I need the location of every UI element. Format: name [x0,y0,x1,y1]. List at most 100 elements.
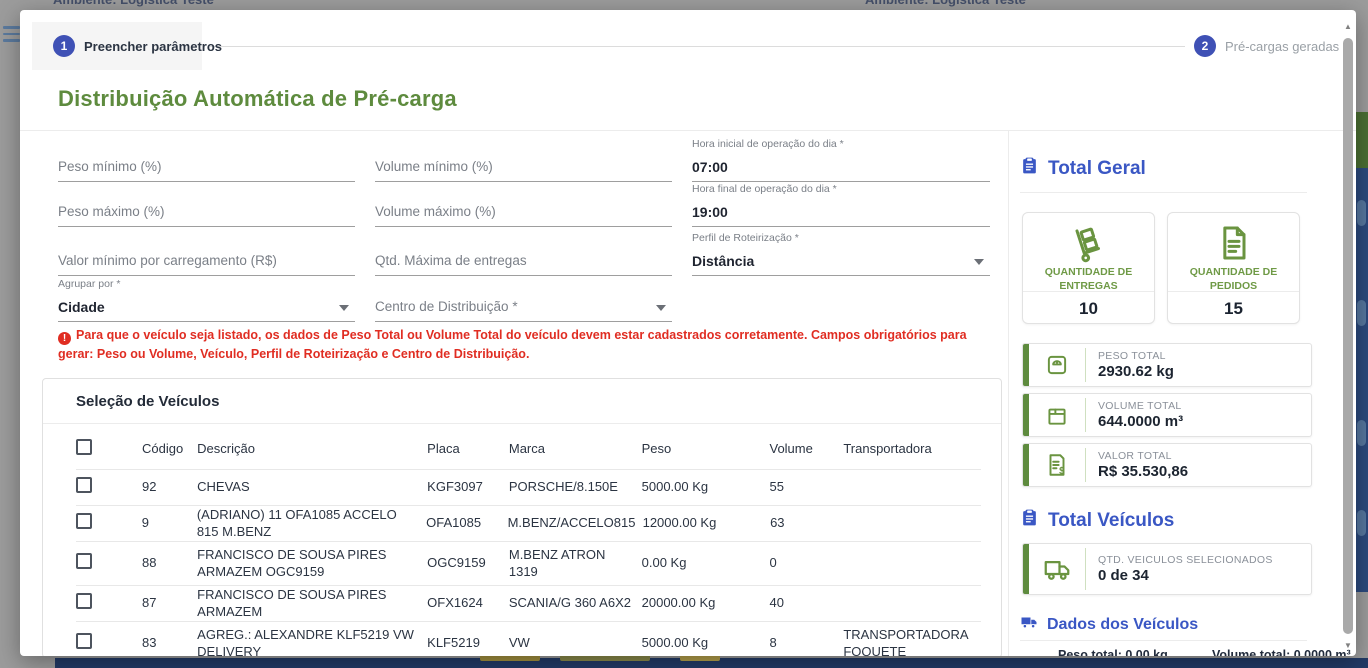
divider [1008,130,1009,656]
table-row[interactable]: 83AGREG.: ALEXANDRE KLF5219 VW DELIVERYK… [76,621,981,656]
stat-label: QUANTIDADE DE PEDIDOS [1168,265,1299,293]
qtd-maxima-field[interactable]: Qtd. Máxima de entregas [375,232,672,276]
column-header: Descrição [197,441,427,458]
table-cell: 9 [142,515,197,532]
metric-label: PESO TOTAL [1098,350,1174,362]
centro-distribuicao-field[interactable]: Centro de Distribuição * [375,278,672,322]
divider [43,423,1001,424]
row-checkbox[interactable] [76,593,92,609]
chevron-down-icon[interactable] [339,305,349,311]
column-header: Peso [642,441,770,458]
divider [1020,640,1307,641]
environment-label: Ambiente: Logística Teste [865,0,1026,7]
table-cell: 88 [142,555,197,572]
table-cell: 40 [769,595,843,612]
chevron-down-icon[interactable] [656,305,666,311]
divider [20,130,1356,131]
table-row[interactable]: 9(ADRIANO) 11 OFA1085 ACCELO 815 M.BENZO… [76,505,981,541]
table-cell: KLF5219 [427,635,509,652]
step-preencher-parametros[interactable]: 1 Preencher parâmetros [53,35,222,57]
agrupar-por-field[interactable]: Agrupar por * Cidade [58,278,355,322]
field-label: Perfil de Roteirização * [692,232,799,244]
table-header-row: CódigoDescriçãoPlacaMarcaPesoVolumeTrans… [76,429,981,469]
table-cell: 83 [142,635,197,652]
total-veiculos-heading: Total Veículos [1020,508,1174,533]
page-title: Distribuição Automática de Pré-carga [58,86,457,112]
field-label: Qtd. Máxima de entregas [375,253,527,268]
field-value: 07:00 [692,159,728,175]
table-row[interactable]: 88FRANCISCO DE SOUSA PIRES ARMAZEM OGC91… [76,541,981,585]
metric-label: QTD. VEICULOS SELECIONADOS [1098,554,1273,566]
table-cell: 55 [769,479,843,496]
scroll-down-icon[interactable]: ▼ [1342,641,1354,650]
backdrop-top-bar: Ambiente: Logística Teste Ambiente: Logí… [0,0,1368,10]
field-label: Centro de Distribuição * [375,299,518,314]
volume-total-card: VOLUME TOTAL 644.0000 m³ [1022,393,1312,437]
volume-minimo-field[interactable]: Volume mínimo (%) [375,138,672,182]
select-all-checkbox[interactable] [76,439,92,455]
vehicle-selection-title: Seleção de Veículos [76,393,219,410]
error-icon: ! [58,332,71,345]
field-label: Valor mínimo por carregamento (R$) [58,253,277,268]
total-geral-heading: Total Geral [1020,156,1146,181]
table-cell: 12000.00 Kg [643,515,770,532]
field-label: Hora inicial de operação do dia * [692,138,844,150]
perfil-roteirizacao-field[interactable]: Perfil de Roteirização * Distância [692,232,990,276]
vehicle-selection-card: Seleção de Veículos CódigoDescriçãoPlaca… [42,378,1002,656]
table-cell: 0.00 Kg [642,555,770,572]
metric-label: VOLUME TOTAL [1098,400,1183,412]
field-value: Cidade [58,299,105,315]
step1-badge: 1 [53,35,75,57]
valor-total-card: $ VALOR TOTAL R$ 35.530,86 [1022,443,1312,487]
step2-badge: 2 [1194,35,1216,57]
column-header: Placa [427,441,509,458]
clipboard-icon [1020,508,1039,533]
hamburger-menu-icon[interactable] [3,26,20,46]
volume-total-veiculos: Volume total: 0.0000 m³ [1212,648,1351,656]
truck-icon [1020,613,1038,636]
divider [1020,192,1307,193]
row-checkbox[interactable] [76,553,92,569]
stepper-connector [210,46,1185,47]
dialog-scrollbar[interactable]: ▲ ▼ [1342,22,1354,650]
column-header: Transportadora [843,441,981,458]
valor-minimo-field[interactable]: Valor mínimo por carregamento (R$) [58,232,355,276]
scrollbar-thumb[interactable] [1343,38,1353,634]
box-icon [1029,394,1085,436]
step2-label: Pré-cargas geradas [1225,39,1339,54]
column-header: Código [142,441,197,458]
chevron-down-icon[interactable] [974,259,984,265]
hora-inicial-field[interactable]: Hora inicial de operação do dia * 07:00 [692,138,990,182]
table-cell: AGREG.: ALEXANDRE KLF5219 VW DELIVERY [197,627,427,656]
row-checkbox[interactable] [76,513,92,529]
metric-value: 2930.62 kg [1098,363,1174,380]
peso-minimo-field[interactable]: Peso mínimo (%) [58,138,355,182]
scroll-up-icon[interactable]: ▲ [1342,22,1354,31]
stat-value: 15 [1168,299,1299,319]
field-label: Agrupar por * [58,278,120,290]
table-row[interactable]: 92CHEVASKGF3097PORSCHE/8.150E5000.00 Kg5… [76,469,981,505]
field-value: 19:00 [692,204,728,220]
metric-label: VALOR TOTAL [1098,450,1188,462]
row-checkbox[interactable] [76,477,92,493]
peso-maximo-field[interactable]: Peso máximo (%) [58,183,355,227]
column-header: Volume [769,441,843,458]
stat-label: QUANTIDADE DE ENTREGAS [1023,265,1154,293]
step-precargas-geradas[interactable]: 2 Pré-cargas geradas [1194,35,1339,57]
field-label: Peso mínimo (%) [58,159,162,174]
field-value: Distância [692,253,754,269]
table-cell: 63 [770,515,844,532]
precarga-dialog: 1 Preencher parâmetros 2 Pré-cargas gera… [20,10,1356,656]
volume-maximo-field[interactable]: Volume máximo (%) [375,183,672,227]
table-cell: TRANSPORTADORA FOQUETE [843,627,981,656]
table-cell: CHEVAS [197,479,427,496]
table-row[interactable]: 87FRANCISCO DE SOUSA PIRES ARMAZEMOFX162… [76,585,981,621]
table-cell: OFX1624 [427,595,509,612]
document-icon [1168,223,1299,265]
table-cell: OFA1085 [426,515,507,532]
peso-total-card: PESO TOTAL 2930.62 kg [1022,343,1312,387]
row-checkbox[interactable] [76,633,92,649]
table-cell: M.BENZ ATRON 1319 [509,547,642,581]
background-bottom-edge [0,654,1368,668]
hora-final-field[interactable]: Hora final de operação do dia *19:00 [692,183,990,227]
